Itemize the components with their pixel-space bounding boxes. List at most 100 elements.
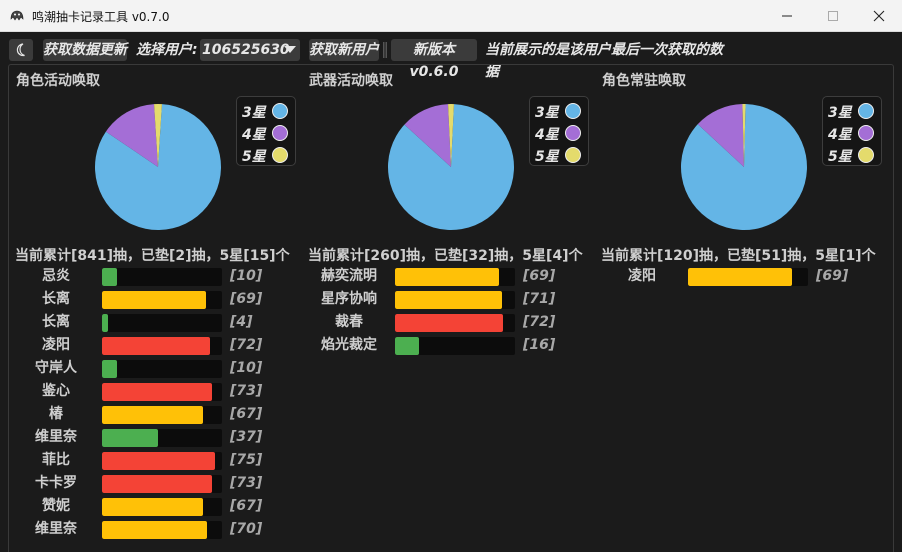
toolbar: 获取数据更新 选择用户: 106525630 获取新用户 新版本 v0.6.0 … <box>0 33 902 80</box>
pity-bar-track <box>688 268 808 286</box>
toolbar-separator-icon <box>383 42 387 58</box>
pity-count: [69] <box>816 268 849 284</box>
five-star-row: 菲比 [75] <box>8 450 298 470</box>
legend-item-3-star: 3星 <box>237 100 297 122</box>
pity-count: [10] <box>230 268 263 284</box>
pity-count: [71] <box>523 291 556 307</box>
pity-count: [70] <box>230 521 263 537</box>
five-star-row: 维里奈 [37] <box>8 427 298 447</box>
fetch-new-user-button[interactable]: 获取新用户 <box>309 39 379 61</box>
resonator-name: 长离 <box>42 314 70 330</box>
pity-count: [4] <box>230 314 253 330</box>
chevron-down-icon <box>284 46 296 53</box>
legend-swatch <box>565 125 581 141</box>
legend-swatch <box>272 147 288 163</box>
pity-count: [16] <box>523 337 556 353</box>
resonator-name: 菲比 <box>42 452 70 468</box>
pity-bar-fill <box>395 337 419 355</box>
pull-summary: 当前累计[120]抽，已垫[51]抽，5星[1]个 <box>601 248 876 264</box>
five-star-row: 裁春 [72] <box>301 312 591 332</box>
legend-label: 4星 <box>242 127 266 143</box>
five-star-row: 守岸人 [10] <box>8 358 298 378</box>
moon-icon <box>16 43 25 57</box>
pity-bar-fill <box>102 521 207 539</box>
panel-weapon-event: 武器活动唤取 3星 4星 5星 当前累计[260]抽，已垫[32]抽，5星[4]… <box>301 64 591 552</box>
pity-count: [75] <box>230 452 263 468</box>
minimize-icon <box>782 15 792 17</box>
resonator-name: 维里奈 <box>35 429 77 445</box>
pull-summary: 当前累计[260]抽，已垫[32]抽，5星[4]个 <box>308 248 583 264</box>
legend-item-3-star: 3星 <box>530 100 590 122</box>
pity-bar-fill <box>102 475 212 493</box>
pity-count: [67] <box>230 406 263 422</box>
pity-bar-track <box>395 337 515 355</box>
pity-bar-track <box>395 291 515 309</box>
app-icon <box>10 10 24 21</box>
resonator-name: 椿 <box>49 406 63 422</box>
legend-label: 5星 <box>535 149 559 165</box>
legend-swatch <box>858 103 874 119</box>
pity-bar-track <box>102 291 222 309</box>
pity-bar-track <box>395 268 515 286</box>
pity-bar-fill <box>102 337 210 355</box>
rarity-pie-chart <box>95 103 222 230</box>
five-star-row: 凌阳 [69] <box>594 266 884 286</box>
panel-character-standard: 角色常驻唤取 3星 4星 5星 当前累计[120]抽，已垫[51]抽，5星[1]… <box>594 64 884 552</box>
pull-summary: 当前累计[841]抽，已垫[2]抽，5星[15]个 <box>15 248 290 264</box>
legend-swatch <box>858 147 874 163</box>
legend-swatch <box>272 103 288 119</box>
pity-count: [73] <box>230 475 263 491</box>
rarity-pie-chart <box>387 103 514 230</box>
legend-item-3-star: 3星 <box>823 100 883 122</box>
legend-label: 3星 <box>828 105 852 121</box>
title-bar: 鸣潮抽卡记录工具 v0.7.0 <box>0 0 902 32</box>
legend-swatch <box>272 125 288 141</box>
rarity-pie-chart <box>680 104 807 230</box>
legend-label: 4星 <box>535 127 559 143</box>
pity-bar-fill <box>395 268 499 286</box>
pity-bar-track <box>102 268 222 286</box>
legend-label: 3星 <box>242 105 266 121</box>
pity-bar-track <box>102 337 222 355</box>
pity-count: [73] <box>230 383 263 399</box>
five-star-row: 长离 [69] <box>8 289 298 309</box>
five-star-row: 凌阳 [72] <box>8 335 298 355</box>
new-version-button[interactable]: 新版本 v0.6.0 <box>391 39 477 80</box>
user-select[interactable]: 106525630 <box>200 39 300 61</box>
resonator-name: 星序协响 <box>321 291 377 307</box>
legend-label: 3星 <box>535 105 559 121</box>
selected-user-value: 106525630 <box>202 42 290 58</box>
minimize-button[interactable] <box>764 0 810 32</box>
resonator-name: 鉴心 <box>42 383 70 399</box>
fetch-update-button[interactable]: 获取数据更新 <box>43 39 127 61</box>
pity-bar-fill <box>102 268 117 286</box>
pity-count: [10] <box>230 360 263 376</box>
panel-title: 武器活动唤取 <box>309 73 393 89</box>
pity-bar-fill <box>102 406 203 424</box>
legend-swatch <box>565 147 581 163</box>
pity-count: [69] <box>523 268 556 284</box>
pity-bar-track <box>102 498 222 516</box>
legend-item-5-star: 5星 <box>237 144 297 166</box>
pity-bar-fill <box>102 314 108 332</box>
panel-character-event: 角色活动唤取 3星 4星 5星 当前累计[841]抽，已垫[2]抽，5星[15]… <box>8 64 298 552</box>
five-star-row: 维里奈 [70] <box>8 519 298 539</box>
pity-bar-track <box>102 360 222 378</box>
legend-label: 5星 <box>828 149 852 165</box>
pity-bar-fill <box>102 429 158 447</box>
resonator-name: 凌阳 <box>628 268 656 284</box>
pity-count: [37] <box>230 429 263 445</box>
resonator-name: 裁春 <box>335 314 363 330</box>
five-star-row: 卡卡罗 [73] <box>8 473 298 493</box>
pity-bar-track <box>102 383 222 401</box>
legend-label: 5星 <box>242 149 266 165</box>
five-star-row: 赞妮 [67] <box>8 496 298 516</box>
resonator-name: 维里奈 <box>35 521 77 537</box>
pity-bar-track <box>102 475 222 493</box>
pity-count: [72] <box>523 314 556 330</box>
pity-bar-fill <box>102 291 206 309</box>
maximize-button[interactable] <box>810 0 856 32</box>
theme-toggle-button[interactable] <box>9 39 33 61</box>
pity-bar-fill <box>395 314 503 332</box>
close-button[interactable] <box>856 0 902 32</box>
